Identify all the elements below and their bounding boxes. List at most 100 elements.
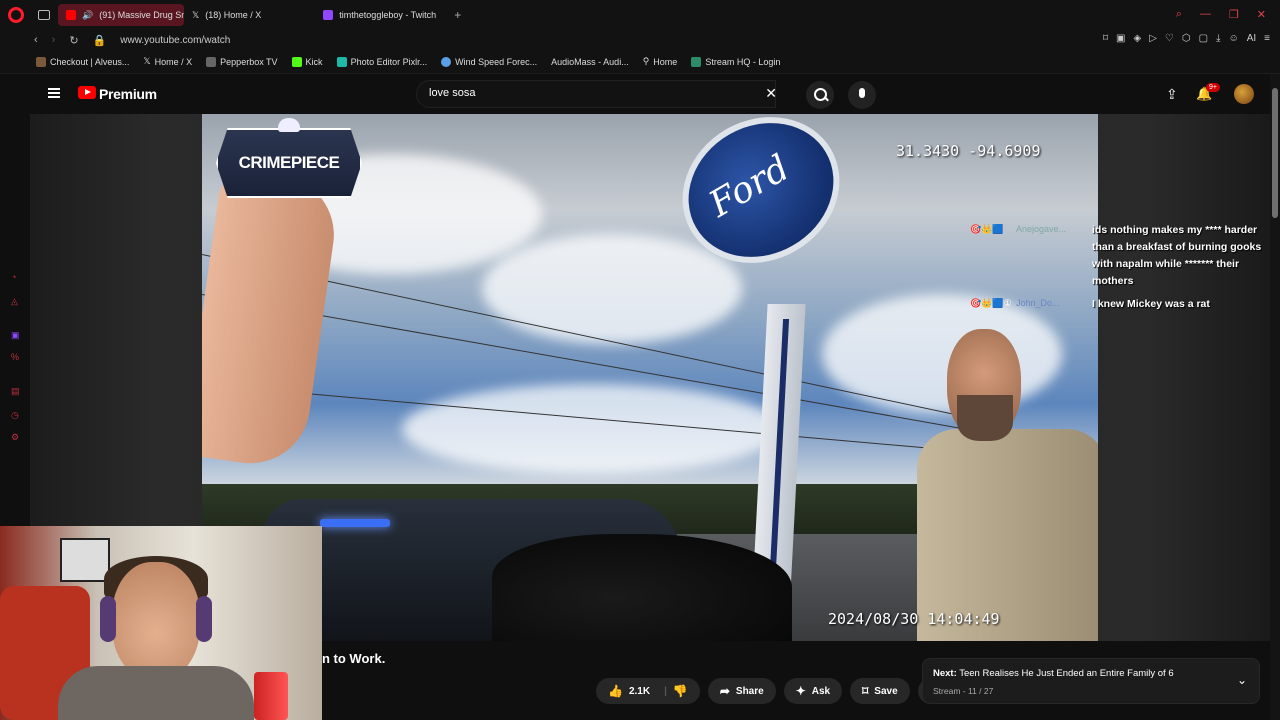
speaker-icon[interactable]: 🔊 bbox=[82, 10, 93, 21]
back-icon[interactable]: ‹ bbox=[34, 34, 38, 47]
streamer-face bbox=[112, 562, 200, 680]
tab-x[interactable]: 𝕏 (18) Home / X bbox=[184, 4, 269, 26]
wind-favicon-icon bbox=[441, 56, 452, 67]
x-favicon-icon: 𝕏 bbox=[192, 9, 200, 20]
bookmark-item[interactable]: Stream HQ - Login bbox=[691, 56, 780, 67]
video-timestamp: 2024/08/30 14:04:49 bbox=[828, 610, 1000, 628]
wallet-icon[interactable]: ▢ bbox=[1199, 33, 1208, 44]
like-button[interactable]: 👍 2.1K | 👎 bbox=[596, 678, 700, 704]
search-input[interactable] bbox=[429, 87, 749, 99]
history-icon[interactable]: ◷ bbox=[11, 410, 21, 420]
bookmark-item[interactable]: Photo Editor Pixlr... bbox=[336, 56, 427, 67]
chat-badges-icon: 🎯👑🟦 bbox=[970, 224, 1004, 234]
reload-icon[interactable]: ↻ bbox=[69, 34, 78, 47]
percent-icon[interactable]: % bbox=[11, 352, 21, 362]
share-button[interactable]: ➦ Share bbox=[707, 678, 776, 704]
thumbs-up-icon: 👍 bbox=[608, 684, 623, 698]
chat-message: 🎯👑🟦① John_Do... I knew Mickey was a rat bbox=[968, 296, 1268, 313]
police-lightbar bbox=[320, 519, 390, 527]
bookmark-favicon-icon bbox=[36, 56, 46, 67]
snapshot-icon[interactable]: ▣ bbox=[1116, 33, 1125, 44]
bookmark-item[interactable]: ⚲ Home bbox=[643, 56, 678, 67]
tab-label: (91) Massive Drug Smu bbox=[99, 10, 184, 20]
tab-twitch[interactable]: timthetoggleboy - Twitch bbox=[315, 4, 444, 26]
new-tab-icon[interactable]: + bbox=[454, 8, 461, 22]
bookmark-item[interactable]: AudioMass - Audi... bbox=[551, 57, 629, 67]
microphone-icon[interactable] bbox=[848, 81, 876, 109]
chat-message: 🎯👑🟦 Anejogave... ids nothing makes my **… bbox=[968, 222, 1268, 290]
sparkle-icon: ✦ bbox=[795, 684, 806, 698]
extensions-icon[interactable]: ⬡ bbox=[1182, 33, 1191, 44]
officer-beard bbox=[957, 395, 1013, 441]
bookmark-icon[interactable]: ⌑ bbox=[1103, 33, 1108, 44]
notification-badge: 9+ bbox=[1206, 83, 1220, 92]
opera-logo-icon[interactable] bbox=[8, 7, 24, 23]
search-tabs-icon[interactable]: ⌕ bbox=[1176, 8, 1182, 21]
messenger-icon[interactable]: ◔ bbox=[11, 272, 21, 282]
next-video-title: Teen Realises He Just Ended an Entire Fa… bbox=[959, 668, 1174, 679]
url-field[interactable]: www.youtube.com/watch bbox=[120, 35, 230, 46]
address-bar: ‹ › ↻ 🔒 www.youtube.com/watch ⌑ ▣ ◈ ▷ ♡ … bbox=[0, 30, 1280, 50]
menu-icon[interactable]: ≡ bbox=[1264, 33, 1270, 44]
pin-icon: ⚲ bbox=[642, 56, 650, 66]
ask-button[interactable]: ✦ Ask bbox=[783, 678, 843, 704]
logo-cap-icon bbox=[278, 118, 300, 132]
upload-icon[interactable]: ⇪ bbox=[1166, 86, 1178, 103]
page-scrollbar[interactable] bbox=[1270, 74, 1280, 720]
headset-icon bbox=[196, 596, 212, 642]
bookmark-favicon-icon bbox=[206, 56, 217, 67]
aria-icon[interactable]: ◬ bbox=[11, 296, 21, 306]
search-icon[interactable] bbox=[806, 81, 834, 109]
notes-icon[interactable]: ▤ bbox=[11, 386, 21, 396]
forward-icon[interactable]: › bbox=[52, 34, 56, 47]
stream-chat-overlay: 🎯👑🟦 Anejogave... ids nothing makes my **… bbox=[968, 222, 1268, 319]
cloud bbox=[482, 234, 742, 344]
maximize-icon[interactable]: ❐ bbox=[1229, 8, 1239, 21]
avatar[interactable] bbox=[1234, 84, 1254, 104]
stream-hq-favicon-icon bbox=[691, 56, 702, 67]
officer bbox=[917, 329, 1098, 641]
twitch-sidebar-icon[interactable]: ▣ bbox=[11, 330, 21, 340]
account-icon[interactable]: ☺ bbox=[1228, 33, 1238, 44]
lock-icon: 🔒 bbox=[92, 34, 107, 47]
streamer-webcam bbox=[0, 526, 322, 720]
tab-label: timthetoggleboy - Twitch bbox=[339, 10, 437, 20]
clear-search-icon[interactable]: ✕ bbox=[765, 85, 777, 102]
youtube-logo-icon[interactable] bbox=[78, 86, 96, 99]
bookmark-item[interactable]: Pepperbox TV bbox=[206, 56, 278, 67]
video-title: n to Work. bbox=[322, 651, 386, 666]
bookmark-item[interactable]: Checkout | Alveus... bbox=[36, 56, 129, 67]
heart-icon[interactable]: ♡ bbox=[1165, 33, 1174, 44]
shield-icon[interactable]: ◈ bbox=[1134, 33, 1142, 44]
chevron-down-icon[interactable]: ⌄ bbox=[1237, 673, 1247, 687]
youtube-brand[interactable]: Premium bbox=[99, 86, 157, 102]
next-label: Next: bbox=[933, 668, 957, 679]
bookmark-item[interactable]: Kick bbox=[291, 56, 323, 67]
share-icon: ➦ bbox=[719, 684, 730, 698]
thumbs-down-icon[interactable]: 👎 bbox=[673, 684, 688, 698]
video-player[interactable]: Ford CRIMEPIECE 31.3430 -94.6909 2024/08… bbox=[202, 114, 1098, 641]
gps-readout: 31.3430 -94.6909 bbox=[896, 142, 1041, 160]
next-video-panel[interactable]: Next: Teen Realises He Just Ended an Ent… bbox=[922, 658, 1260, 704]
bookmark-item[interactable]: Wind Speed Forec... bbox=[441, 56, 537, 67]
tab-youtube[interactable]: 🔊 (91) Massive Drug Smu bbox=[58, 4, 184, 26]
trash-bags bbox=[492, 534, 792, 641]
x-favicon-icon: 𝕏 bbox=[143, 56, 151, 66]
settings-gear-icon[interactable]: ⚙ bbox=[11, 432, 21, 442]
minimize-icon[interactable]: — bbox=[1200, 8, 1211, 21]
download-icon[interactable]: ⤓ bbox=[1216, 33, 1220, 44]
play-icon[interactable]: ▷ bbox=[1149, 33, 1157, 44]
hamburger-menu-icon[interactable] bbox=[48, 88, 60, 98]
search-box: ✕ bbox=[416, 80, 777, 108]
raised-hand bbox=[202, 167, 342, 471]
save-button[interactable]: ⌑ Save bbox=[850, 678, 910, 704]
ai-button[interactable]: AI bbox=[1247, 33, 1256, 44]
channel-logo: CRIMEPIECE bbox=[216, 128, 362, 198]
youtube-favicon-icon bbox=[66, 10, 76, 20]
scrollbar-thumb[interactable] bbox=[1272, 88, 1278, 218]
headset-icon bbox=[100, 596, 116, 642]
cup bbox=[254, 672, 288, 720]
close-window-icon[interactable]: ✕ bbox=[1257, 8, 1266, 21]
bookmark-item[interactable]: 𝕏 Home / X bbox=[143, 56, 192, 67]
tab-menu-icon[interactable] bbox=[38, 10, 50, 20]
